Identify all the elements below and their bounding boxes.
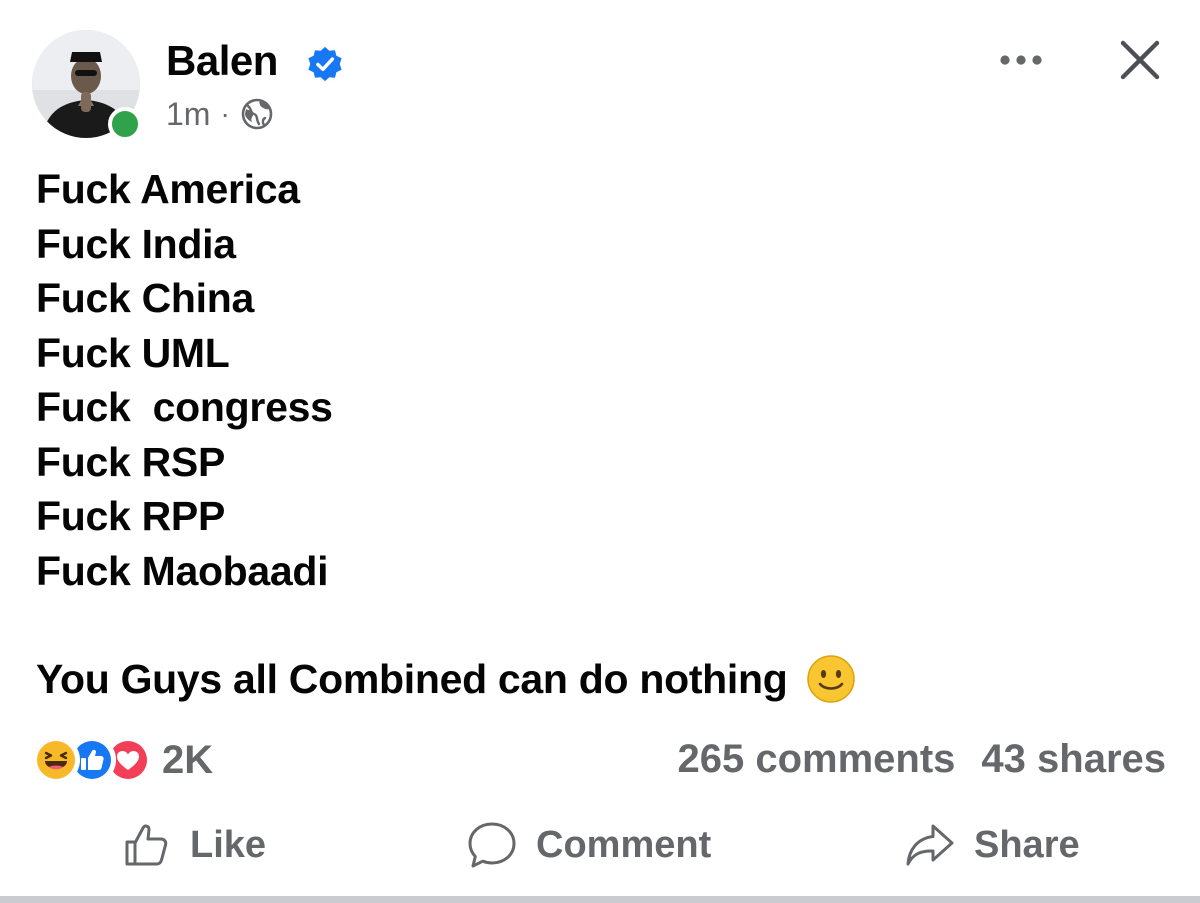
post-actions: Like Comment Share [0, 812, 1200, 878]
online-status-dot [108, 107, 142, 141]
closing-text: You Guys all Combined can do nothing [36, 656, 788, 702]
post-bottom-divider [0, 896, 1200, 903]
comments-count-link[interactable]: 265 comments [677, 736, 955, 782]
comment-button[interactable]: Comment [466, 812, 711, 878]
comment-bubble-icon [468, 822, 516, 868]
close-icon [1120, 40, 1160, 80]
verified-badge-icon [308, 46, 342, 82]
post-text-line: Fuck China [36, 275, 254, 321]
share-label: Share [974, 823, 1080, 866]
engagement-links: 265 comments 43 shares [677, 736, 1166, 782]
comment-label: Comment [536, 823, 712, 866]
post-text-line: Fuck India [36, 220, 236, 267]
close-button[interactable] [1112, 32, 1168, 88]
share-arrow-icon [906, 824, 954, 866]
post-meta: 1m · [166, 94, 274, 134]
meta-separator: · [220, 98, 230, 129]
post-text-line: Fuck RSP [36, 438, 225, 485]
facebook-post: Balen 1m · Fuck America Fuck India Fuck … [0, 0, 1200, 903]
share-button[interactable]: Share [904, 812, 1080, 878]
post-text-line: Fuck congress [36, 384, 333, 430]
thumbs-up-icon [125, 824, 168, 866]
like-button[interactable]: Like [122, 812, 266, 878]
reaction-count: 2K [162, 737, 214, 782]
post-time[interactable]: 1m [166, 96, 210, 133]
like-label: Like [190, 823, 267, 866]
post-stats: 2K 265 comments 43 shares [32, 732, 1168, 786]
post-text-line: Fuck America [36, 166, 300, 212]
more-options-button[interactable] [996, 42, 1046, 78]
author-name[interactable]: Balen [166, 36, 278, 86]
globe-icon[interactable] [240, 97, 274, 131]
post-closing-line: You Guys all Combined can do nothing [36, 652, 856, 706]
slightly-smiling-face-emoji [806, 655, 855, 703]
more-dots-icon [1000, 55, 1042, 65]
shares-count-link[interactable]: 43 shares [981, 736, 1166, 782]
post-text-line: Fuck Maobaadi [36, 547, 329, 594]
post-text-line: Fuck RPP [36, 493, 225, 539]
post-text-line: Fuck UML [36, 329, 230, 376]
post-body: Fuck America Fuck India Fuck China Fuck … [36, 162, 1136, 598]
reactions-summary[interactable]: 2K [32, 736, 213, 784]
haha-icon [32, 736, 80, 784]
